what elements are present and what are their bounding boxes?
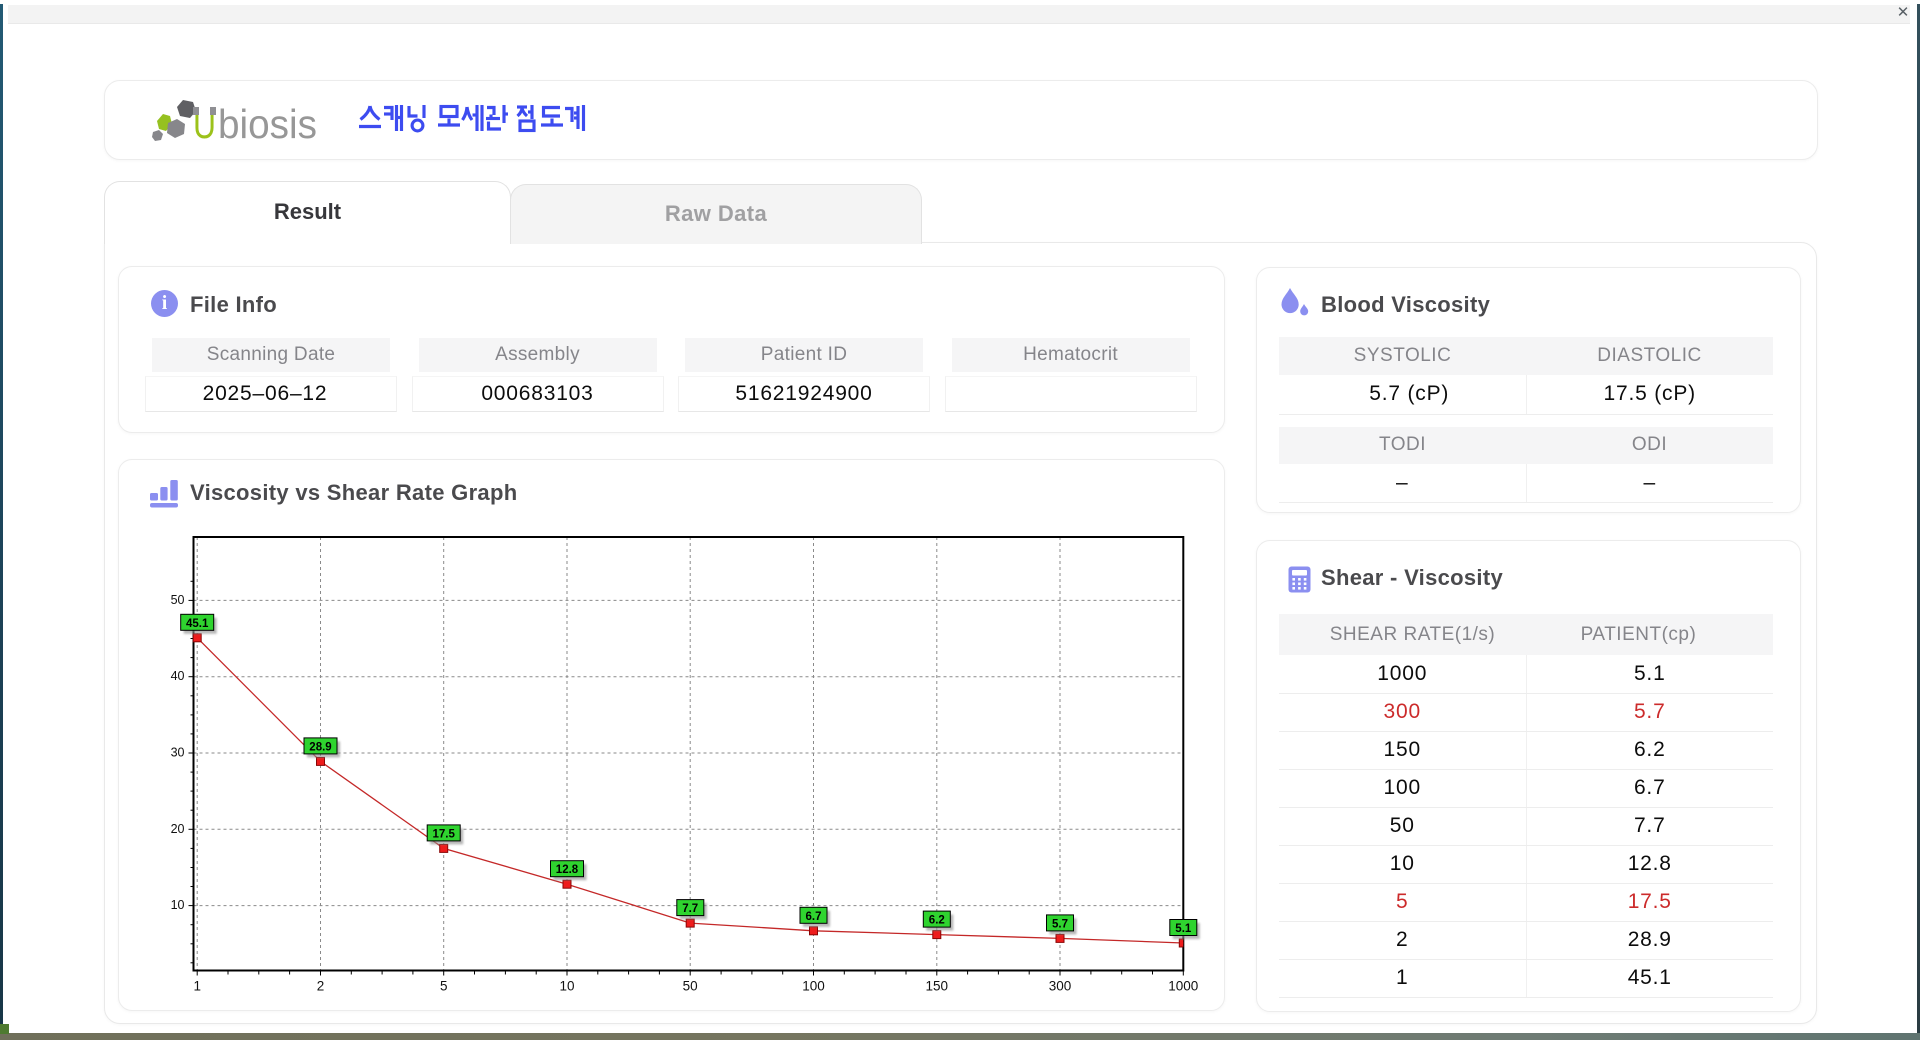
svg-text:40: 40 <box>171 669 185 683</box>
svg-text:10: 10 <box>559 979 574 994</box>
svg-text:1: 1 <box>193 979 201 994</box>
svg-text:30: 30 <box>171 746 185 760</box>
svg-text:50: 50 <box>683 979 698 994</box>
svg-text:28.9: 28.9 <box>309 741 331 753</box>
svg-text:5.7: 5.7 <box>1052 918 1068 930</box>
svg-text:20: 20 <box>171 822 185 836</box>
svg-text:biosis: biosis <box>218 101 317 147</box>
svg-text:50: 50 <box>171 593 185 607</box>
svg-text:6.2: 6.2 <box>929 915 945 927</box>
svg-text:1000: 1000 <box>1168 979 1198 994</box>
svg-text:2: 2 <box>317 979 325 994</box>
svg-text:45.1: 45.1 <box>186 618 209 630</box>
svg-text:100: 100 <box>802 979 825 994</box>
svg-text:17.5: 17.5 <box>433 828 456 840</box>
svg-text:12.8: 12.8 <box>556 864 579 876</box>
svg-text:5.1: 5.1 <box>1175 923 1192 935</box>
svg-text:7.7: 7.7 <box>682 903 698 915</box>
svg-text:5: 5 <box>440 979 448 994</box>
svg-text:6.7: 6.7 <box>806 911 822 923</box>
svg-text:150: 150 <box>926 979 949 994</box>
svg-text:10: 10 <box>171 898 185 912</box>
svg-text:300: 300 <box>1049 979 1072 994</box>
